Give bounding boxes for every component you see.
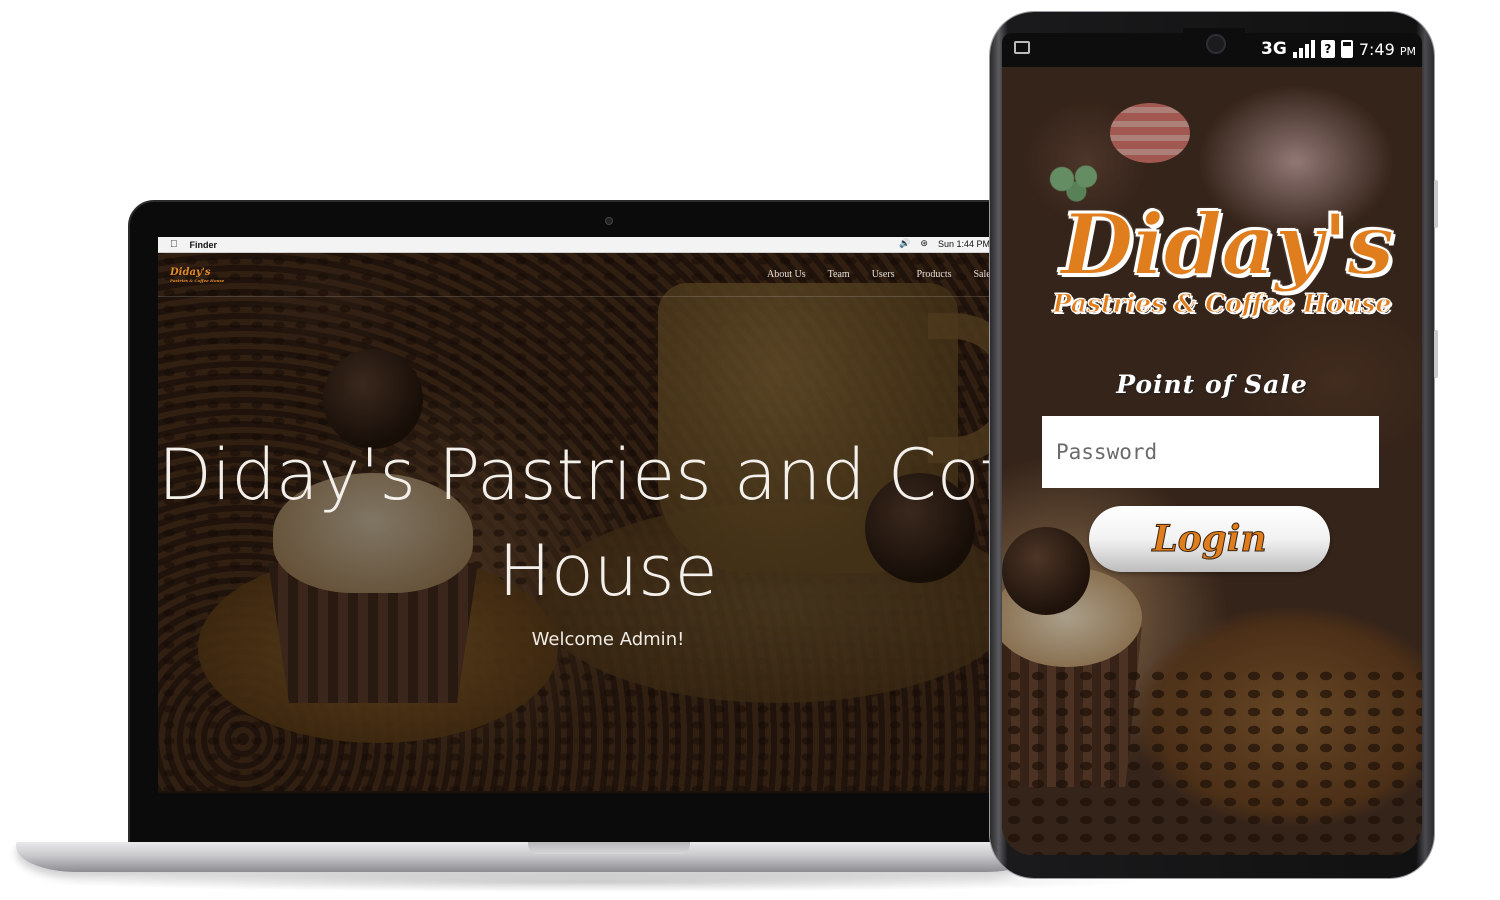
- nav-users[interactable]: Users: [872, 269, 895, 280]
- battery-icon: [1340, 40, 1353, 58]
- no-sim-icon: ?: [1320, 40, 1335, 58]
- brand-name: Diday's: [1060, 195, 1396, 294]
- nav-products[interactable]: Products: [916, 269, 951, 280]
- volume-icon[interactable]: 🔊: [899, 238, 910, 249]
- login-button[interactable]: Login: [1089, 506, 1330, 572]
- signal-icon: [1292, 40, 1315, 58]
- status-clock: 7:49 PM: [1359, 40, 1416, 59]
- hero-title-line-1: Diday's Pastries and Coffee: [158, 434, 1008, 516]
- mac-menubar:  Finder 🔊 ⊛ Sun 1:44 PM: [158, 237, 1008, 253]
- nav-about-us[interactable]: About Us: [767, 269, 806, 280]
- site-logo[interactable]: Diday's Pastries & Coffee House: [170, 267, 224, 283]
- floor-shadow: [30, 872, 1150, 892]
- apple-icon[interactable]: : [170, 239, 178, 250]
- hero-title: Diday's Pastries and Coffee House: [158, 427, 1008, 619]
- image-notification-icon: [1014, 41, 1030, 54]
- status-indicators: 3G ? 7:49 PM: [1261, 39, 1416, 59]
- nav-team[interactable]: Team: [828, 269, 850, 280]
- status-time-suffix: PM: [1399, 44, 1416, 58]
- webcam-icon: [605, 217, 613, 225]
- hero-title-line-2: House: [498, 530, 718, 612]
- screen-bottom-edge: [158, 791, 1008, 793]
- phone-screen: 3G ? 7:49 PM Diday's Pastries & Coffee H…: [1002, 33, 1422, 855]
- menubar-status: 🔊 ⊛ Sun 1:44 PM: [899, 238, 990, 249]
- status-time: 7:49: [1358, 39, 1395, 59]
- menubar-clock[interactable]: Sun 1:44 PM: [938, 239, 990, 249]
- site-navbar: Diday's Pastries & Coffee House About Us…: [158, 253, 1008, 297]
- password-field[interactable]: [1042, 416, 1379, 488]
- phone-volume-button: [1434, 180, 1438, 228]
- logo-text: Diday's: [170, 267, 211, 278]
- nav-menu: About Us Team Users Products Sales: [767, 269, 995, 280]
- finder-menu[interactable]: Finder: [190, 240, 218, 250]
- bluetooth-icon[interactable]: ⊛: [920, 238, 928, 249]
- laptop-opening-notch: [528, 842, 690, 854]
- phone-camera-notch: [1183, 28, 1245, 58]
- brand-logo: Diday's Pastries & Coffee House: [1002, 195, 1422, 319]
- brand-tagline: Pastries & Coffee House: [1052, 289, 1392, 319]
- logo-subtext: Pastries & Coffee House: [170, 278, 225, 283]
- laptop-screen:  Finder 🔊 ⊛ Sun 1:44 PM Diday's Pastrie…: [158, 237, 1008, 793]
- welcome-message: Welcome Admin!: [531, 629, 685, 650]
- network-type: 3G: [1261, 39, 1287, 59]
- phone-power-button: [1434, 330, 1438, 378]
- screen-title: Point of Sale: [1116, 370, 1308, 399]
